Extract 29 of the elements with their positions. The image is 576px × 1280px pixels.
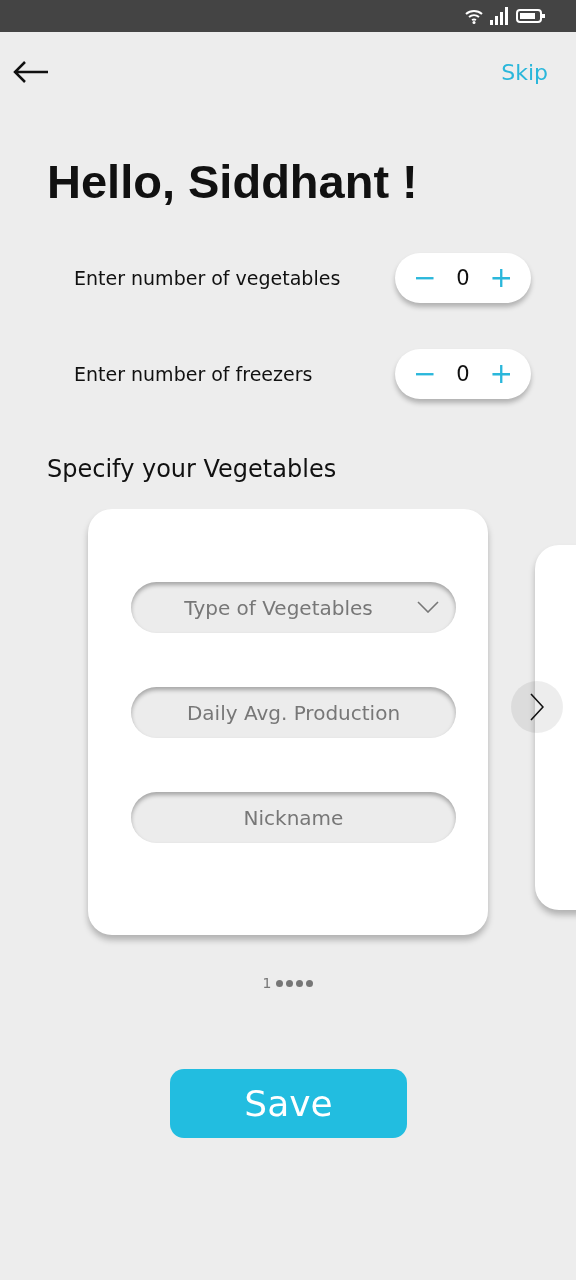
wifi-icon	[464, 8, 484, 24]
stepper-value: 0	[456, 266, 470, 290]
page-dot[interactable]	[276, 979, 284, 987]
skip-link[interactable]: Skip	[501, 59, 548, 85]
page-dot[interactable]	[296, 979, 304, 987]
input-field[interactable]: Daily Avg. Production	[131, 687, 456, 738]
greeting-title: Hello, Siddhant !	[47, 154, 419, 210]
increment-button[interactable]: +	[485, 264, 517, 292]
page-dot[interactable]	[306, 979, 314, 987]
number-stepper[interactable]: − 0 +	[395, 253, 531, 303]
chevron-right-icon	[530, 693, 544, 721]
decrement-button[interactable]: −	[409, 264, 441, 292]
number-stepper[interactable]: − 0 +	[395, 349, 531, 399]
signal-icon	[490, 7, 510, 25]
increment-button[interactable]: +	[485, 360, 517, 388]
save-button[interactable]: Save	[170, 1069, 407, 1138]
input-field[interactable]: Nickname	[131, 792, 456, 843]
vegetable-type-dropdown[interactable]: Type of Vegetables	[131, 582, 456, 633]
page-number: 1	[262, 975, 272, 991]
back-arrow-icon[interactable]	[12, 60, 50, 84]
counter-label: Enter number of freezers	[74, 363, 313, 385]
battery-icon	[516, 8, 546, 24]
next-button[interactable]	[511, 681, 563, 733]
chevron-down-icon	[417, 601, 439, 613]
page-dot[interactable]	[286, 979, 294, 987]
counter-label: Enter number of vegetables	[74, 267, 341, 289]
decrement-button[interactable]: −	[409, 360, 441, 388]
stepper-value: 0	[456, 362, 470, 386]
section-title: Specify your Vegetables	[47, 454, 338, 485]
